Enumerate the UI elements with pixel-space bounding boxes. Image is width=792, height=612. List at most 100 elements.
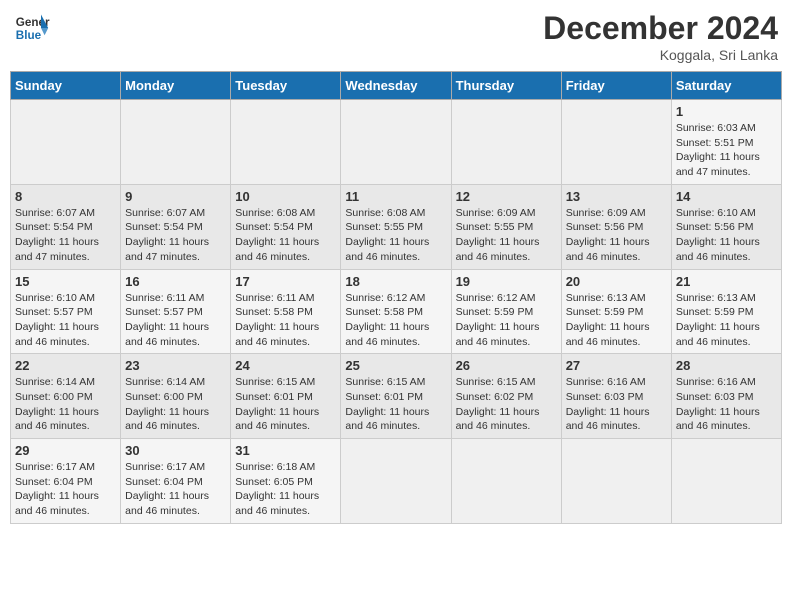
daylight-label: Daylight: 11 hours and 46 minutes. [456, 406, 540, 433]
sunset-label: Sunset: 5:54 PM [15, 221, 93, 233]
svg-text:Blue: Blue [16, 29, 42, 42]
sunset-label: Sunset: 6:00 PM [15, 391, 93, 403]
sunrise-label: Sunrise: 6:03 AM [676, 122, 756, 134]
daylight-label: Daylight: 11 hours and 46 minutes. [566, 406, 650, 433]
sunset-label: Sunset: 5:58 PM [345, 306, 423, 318]
day-number: 13 [566, 189, 667, 204]
calendar-cell: 30 Sunrise: 6:17 AM Sunset: 6:04 PM Dayl… [121, 439, 231, 524]
day-number: 11 [345, 189, 446, 204]
day-info: Sunrise: 6:15 AM Sunset: 6:02 PM Dayligh… [456, 375, 557, 434]
calendar-cell: 9 Sunrise: 6:07 AM Sunset: 5:54 PM Dayli… [121, 184, 231, 269]
daylight-label: Daylight: 11 hours and 46 minutes. [676, 321, 760, 348]
daylight-label: Daylight: 11 hours and 46 minutes. [676, 236, 760, 263]
sunset-label: Sunset: 5:57 PM [125, 306, 203, 318]
day-info: Sunrise: 6:16 AM Sunset: 6:03 PM Dayligh… [676, 375, 777, 434]
day-info: Sunrise: 6:09 AM Sunset: 5:56 PM Dayligh… [566, 206, 667, 265]
week-row-3: 15 Sunrise: 6:10 AM Sunset: 5:57 PM Dayl… [11, 269, 782, 354]
sunrise-label: Sunrise: 6:15 AM [235, 376, 315, 388]
calendar-cell [231, 100, 341, 185]
calendar-cell: 21 Sunrise: 6:13 AM Sunset: 5:59 PM Dayl… [671, 269, 781, 354]
calendar-cell: 12 Sunrise: 6:09 AM Sunset: 5:55 PM Dayl… [451, 184, 561, 269]
week-row-4: 22 Sunrise: 6:14 AM Sunset: 6:00 PM Dayl… [11, 354, 782, 439]
day-info: Sunrise: 6:12 AM Sunset: 5:59 PM Dayligh… [456, 291, 557, 350]
calendar-cell: 25 Sunrise: 6:15 AM Sunset: 6:01 PM Dayl… [341, 354, 451, 439]
day-info: Sunrise: 6:17 AM Sunset: 6:04 PM Dayligh… [125, 460, 226, 519]
calendar-cell [561, 439, 671, 524]
day-number: 9 [125, 189, 226, 204]
sunrise-label: Sunrise: 6:14 AM [15, 376, 95, 388]
day-number: 21 [676, 274, 777, 289]
day-info: Sunrise: 6:15 AM Sunset: 6:01 PM Dayligh… [235, 375, 336, 434]
logo: General Blue [14, 10, 50, 46]
calendar-header-row: SundayMondayTuesdayWednesdayThursdayFrid… [11, 72, 782, 100]
sunset-label: Sunset: 5:59 PM [676, 306, 754, 318]
day-number: 30 [125, 443, 226, 458]
calendar-cell: 14 Sunrise: 6:10 AM Sunset: 5:56 PM Dayl… [671, 184, 781, 269]
day-number: 25 [345, 358, 446, 373]
calendar-cell: 8 Sunrise: 6:07 AM Sunset: 5:54 PM Dayli… [11, 184, 121, 269]
week-row-1: 1 Sunrise: 6:03 AM Sunset: 5:51 PM Dayli… [11, 100, 782, 185]
sunset-label: Sunset: 6:05 PM [235, 476, 313, 488]
sunrise-label: Sunrise: 6:16 AM [566, 376, 646, 388]
sunset-label: Sunset: 6:04 PM [125, 476, 203, 488]
daylight-label: Daylight: 11 hours and 46 minutes. [235, 321, 319, 348]
month-title: December 2024 [543, 10, 778, 47]
sunrise-label: Sunrise: 6:13 AM [566, 292, 646, 304]
sunrise-label: Sunrise: 6:10 AM [676, 207, 756, 219]
day-number: 22 [15, 358, 116, 373]
calendar-cell [451, 439, 561, 524]
week-row-2: 8 Sunrise: 6:07 AM Sunset: 5:54 PM Dayli… [11, 184, 782, 269]
sunrise-label: Sunrise: 6:07 AM [15, 207, 95, 219]
daylight-label: Daylight: 11 hours and 46 minutes. [345, 321, 429, 348]
day-number: 14 [676, 189, 777, 204]
day-info: Sunrise: 6:16 AM Sunset: 6:03 PM Dayligh… [566, 375, 667, 434]
day-number: 29 [15, 443, 116, 458]
day-number: 18 [345, 274, 446, 289]
sunrise-label: Sunrise: 6:11 AM [235, 292, 314, 304]
sunrise-label: Sunrise: 6:09 AM [456, 207, 536, 219]
sunrise-label: Sunrise: 6:13 AM [676, 292, 756, 304]
day-number: 20 [566, 274, 667, 289]
day-info: Sunrise: 6:18 AM Sunset: 6:05 PM Dayligh… [235, 460, 336, 519]
daylight-label: Daylight: 11 hours and 46 minutes. [15, 406, 99, 433]
sunrise-label: Sunrise: 6:08 AM [345, 207, 425, 219]
sunrise-label: Sunrise: 6:17 AM [15, 461, 95, 473]
day-info: Sunrise: 6:14 AM Sunset: 6:00 PM Dayligh… [125, 375, 226, 434]
calendar-cell: 10 Sunrise: 6:08 AM Sunset: 5:54 PM Dayl… [231, 184, 341, 269]
day-info: Sunrise: 6:08 AM Sunset: 5:55 PM Dayligh… [345, 206, 446, 265]
calendar-cell: 22 Sunrise: 6:14 AM Sunset: 6:00 PM Dayl… [11, 354, 121, 439]
sunrise-label: Sunrise: 6:15 AM [456, 376, 536, 388]
day-info: Sunrise: 6:10 AM Sunset: 5:56 PM Dayligh… [676, 206, 777, 265]
header-tuesday: Tuesday [231, 72, 341, 100]
header-friday: Friday [561, 72, 671, 100]
daylight-label: Daylight: 11 hours and 46 minutes. [456, 321, 540, 348]
calendar-cell: 17 Sunrise: 6:11 AM Sunset: 5:58 PM Dayl… [231, 269, 341, 354]
calendar-cell [671, 439, 781, 524]
sunrise-label: Sunrise: 6:17 AM [125, 461, 205, 473]
calendar-cell [451, 100, 561, 185]
calendar-cell: 26 Sunrise: 6:15 AM Sunset: 6:02 PM Dayl… [451, 354, 561, 439]
sunrise-label: Sunrise: 6:18 AM [235, 461, 315, 473]
sunset-label: Sunset: 6:03 PM [676, 391, 754, 403]
calendar-cell [121, 100, 231, 185]
day-info: Sunrise: 6:03 AM Sunset: 5:51 PM Dayligh… [676, 121, 777, 180]
calendar-cell [341, 439, 451, 524]
calendar-cell: 31 Sunrise: 6:18 AM Sunset: 6:05 PM Dayl… [231, 439, 341, 524]
sunset-label: Sunset: 5:59 PM [456, 306, 534, 318]
day-number: 23 [125, 358, 226, 373]
day-number: 24 [235, 358, 336, 373]
day-number: 16 [125, 274, 226, 289]
calendar-cell: 18 Sunrise: 6:12 AM Sunset: 5:58 PM Dayl… [341, 269, 451, 354]
calendar-cell [561, 100, 671, 185]
calendar-cell: 16 Sunrise: 6:11 AM Sunset: 5:57 PM Dayl… [121, 269, 231, 354]
sunset-label: Sunset: 5:54 PM [235, 221, 313, 233]
sunset-label: Sunset: 6:03 PM [566, 391, 644, 403]
day-info: Sunrise: 6:10 AM Sunset: 5:57 PM Dayligh… [15, 291, 116, 350]
daylight-label: Daylight: 11 hours and 46 minutes. [125, 490, 209, 517]
header-saturday: Saturday [671, 72, 781, 100]
day-number: 15 [15, 274, 116, 289]
title-block: December 2024 Koggala, Sri Lanka [543, 10, 778, 63]
day-number: 19 [456, 274, 557, 289]
daylight-label: Daylight: 11 hours and 46 minutes. [15, 490, 99, 517]
sunrise-label: Sunrise: 6:11 AM [125, 292, 204, 304]
